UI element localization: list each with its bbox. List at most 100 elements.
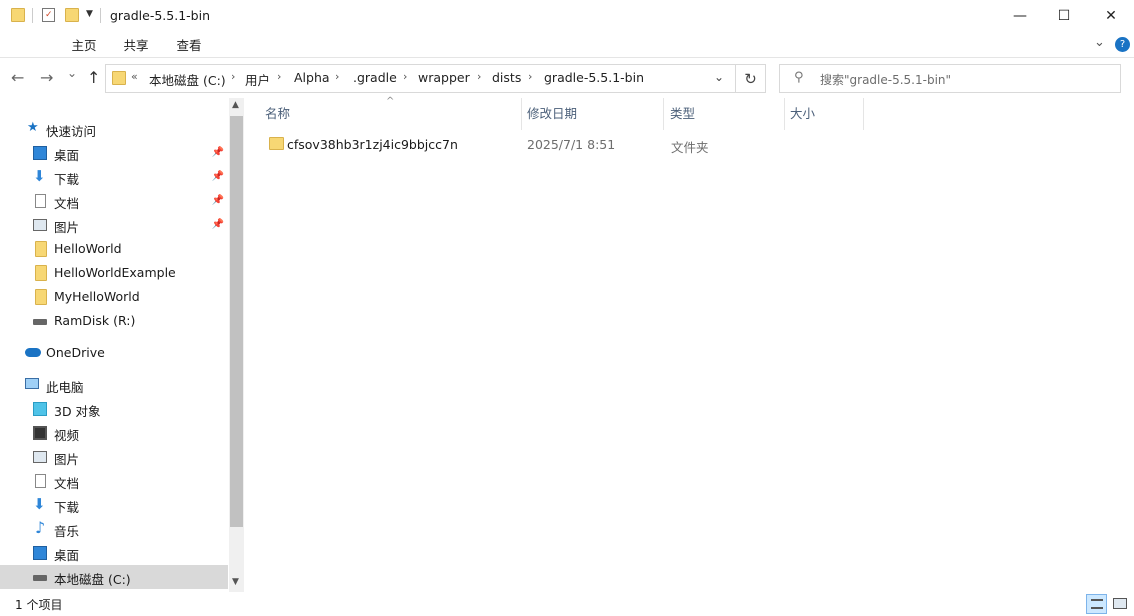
sidebar-item-label: RamDisk (R:) <box>54 313 136 328</box>
picture-icon <box>33 219 47 231</box>
sidebar-item-label: 文档 <box>54 196 80 211</box>
chevron-right-icon[interactable]: › <box>477 70 481 83</box>
item-count: 1 个项目 <box>15 598 63 612</box>
download-icon: ⬇ <box>33 495 46 513</box>
minimize-button[interactable]: — <box>997 0 1043 31</box>
sidebar-item-label: 图片 <box>54 220 80 235</box>
tab-view[interactable]: 查看 <box>171 34 207 58</box>
sidebar-item-quick-access[interactable]: ★ 快速访问 <box>0 117 228 141</box>
forward-button[interactable]: → <box>40 68 53 87</box>
qat-customize-icon[interactable]: ▼ <box>86 9 93 19</box>
chevron-right-icon[interactable]: › <box>231 70 235 83</box>
details-view-button[interactable] <box>1086 594 1107 614</box>
sidebar-item-ramdisk[interactable]: RamDisk (R:) <box>0 309 228 333</box>
scroll-up-icon[interactable]: ▲ <box>232 100 239 110</box>
ribbon-expand-icon[interactable]: ⌄ <box>1094 35 1105 50</box>
maximize-button[interactable]: ☐ <box>1041 0 1087 31</box>
chevron-right-icon[interactable]: › <box>403 70 407 83</box>
column-header-name[interactable]: 名称 <box>262 98 522 130</box>
sidebar-item-label: 此电脑 <box>46 380 84 395</box>
pin-icon: 📌 <box>211 147 224 158</box>
navigation-pane: ★ 快速访问 桌面 📌 ⬇ 下载 📌 文档 📌 图片 📌 HelloWorld … <box>0 98 244 592</box>
back-button[interactable]: ← <box>11 68 24 87</box>
large-icons-view-button[interactable] <box>1110 594 1130 614</box>
chevron-right-icon[interactable]: › <box>335 70 339 83</box>
breadcrumb-gradle[interactable]: .gradle <box>353 70 397 85</box>
breadcrumb-wrapper[interactable]: wrapper <box>418 70 470 85</box>
column-header-size[interactable]: 大小 <box>787 98 864 130</box>
computer-icon <box>25 378 39 389</box>
scrollbar-thumb[interactable] <box>230 116 243 527</box>
title-bar: ✓ ▼ gradle-5.5.1-bin — ☐ ✕ <box>0 0 1134 31</box>
sidebar-item-pictures[interactable]: 图片 📌 <box>0 213 228 237</box>
breadcrumb-dists[interactable]: dists <box>492 70 521 85</box>
drive-icon <box>33 575 47 581</box>
desktop-icon <box>33 146 47 160</box>
chevron-right-icon[interactable]: › <box>528 70 532 83</box>
sidebar-item-desktop[interactable]: 桌面 📌 <box>0 141 228 165</box>
breadcrumb-alpha[interactable]: Alpha <box>294 70 330 85</box>
sidebar-item-documents-pc[interactable]: 文档 <box>0 469 228 493</box>
folder-icon <box>35 241 47 257</box>
breadcrumb-overflow-icon[interactable]: « <box>131 70 138 83</box>
download-icon: ⬇ <box>33 167 46 185</box>
column-header-modified[interactable]: 修改日期 <box>524 98 664 130</box>
sidebar-item-desktop-pc[interactable]: 桌面 <box>0 541 228 565</box>
refresh-icon: ↻ <box>744 70 757 88</box>
file-modified: 2025/7/1 8:51 <box>527 137 616 152</box>
folder-icon <box>269 137 284 150</box>
sidebar-item-myhelloworld[interactable]: MyHelloWorld <box>0 285 228 309</box>
sidebar-item-pictures-pc[interactable]: 图片 <box>0 445 228 469</box>
scroll-down-icon[interactable]: ▼ <box>232 577 239 587</box>
sidebar-item-helloworld[interactable]: HelloWorld <box>0 237 228 261</box>
sidebar-item-videos[interactable]: 视频 <box>0 421 228 445</box>
chevron-right-icon[interactable]: › <box>277 70 281 83</box>
breadcrumb-current[interactable]: gradle-5.5.1-bin <box>544 70 644 85</box>
help-label: ? <box>1119 39 1126 50</box>
table-row[interactable]: cfsov38hb3r1zj4ic9bbjcc7n 2025/7/1 8:51 … <box>262 132 864 156</box>
refresh-button[interactable]: ↻ <box>736 64 766 93</box>
search-icon: ⚲ <box>794 70 804 85</box>
sidebar-item-downloads[interactable]: ⬇ 下载 📌 <box>0 165 228 189</box>
sidebar-item-label: HelloWorld <box>54 241 122 256</box>
tab-home[interactable]: 主页 <box>66 34 102 58</box>
window-title: gradle-5.5.1-bin <box>110 8 210 23</box>
help-icon[interactable]: ? <box>1115 37 1130 52</box>
document-icon <box>35 194 46 208</box>
sidebar-item-label: 桌面 <box>54 148 80 163</box>
column-header-type[interactable]: 类型 <box>667 98 785 130</box>
address-dropdown-icon[interactable]: ⌄ <box>714 70 724 84</box>
properties-icon[interactable]: ✓ <box>42 8 55 22</box>
close-button[interactable]: ✕ <box>1088 0 1134 31</box>
breadcrumb-drive[interactable]: 本地磁盘 (C:) <box>149 70 226 89</box>
sidebar-item-label: 视频 <box>54 428 80 443</box>
breadcrumb-users[interactable]: 用户 <box>245 70 270 89</box>
tab-share[interactable]: 共享 <box>118 34 154 58</box>
search-placeholder: 搜索"gradle-5.5.1-bin" <box>820 73 952 87</box>
up-button[interactable]: ↑ <box>87 68 100 87</box>
desktop-icon <box>33 546 47 560</box>
drive-icon <box>33 319 47 325</box>
large-icons-view-icon <box>1113 598 1127 609</box>
sidebar-item-label: 图片 <box>54 452 80 467</box>
sidebar-item-local-disk-c[interactable]: 本地磁盘 (C:) <box>0 565 228 589</box>
sidebar-item-3d-objects[interactable]: 3D 对象 <box>0 397 228 421</box>
status-bar: 1 个项目 <box>0 592 1134 616</box>
new-folder-icon[interactable] <box>65 8 79 22</box>
sidebar-item-documents[interactable]: 文档 📌 <box>0 189 228 213</box>
folder-icon <box>112 71 126 85</box>
sidebar-item-music[interactable]: ♪ 音乐 <box>0 517 228 541</box>
recent-locations-button[interactable]: ⌄ <box>67 66 77 80</box>
folder-icon <box>11 8 25 22</box>
sidebar-item-this-pc[interactable]: 此电脑 <box>0 373 228 397</box>
qat-divider <box>32 8 33 23</box>
sidebar-item-helloworldexample[interactable]: HelloWorldExample <box>0 261 228 285</box>
sidebar-item-label: 文档 <box>54 476 80 491</box>
cloud-icon <box>25 348 41 357</box>
star-icon: ★ <box>27 120 39 135</box>
sidebar-scrollbar[interactable]: ▲ ▼ <box>229 98 244 592</box>
sidebar-item-downloads-pc[interactable]: ⬇ 下载 <box>0 493 228 517</box>
file-list: ^ 名称 修改日期 类型 大小 cfsov38hb3r1zj4ic9bbjcc7… <box>244 96 1134 592</box>
sidebar-item-onedrive[interactable]: OneDrive <box>0 341 228 365</box>
file-name: cfsov38hb3r1zj4ic9bbjcc7n <box>287 137 458 152</box>
